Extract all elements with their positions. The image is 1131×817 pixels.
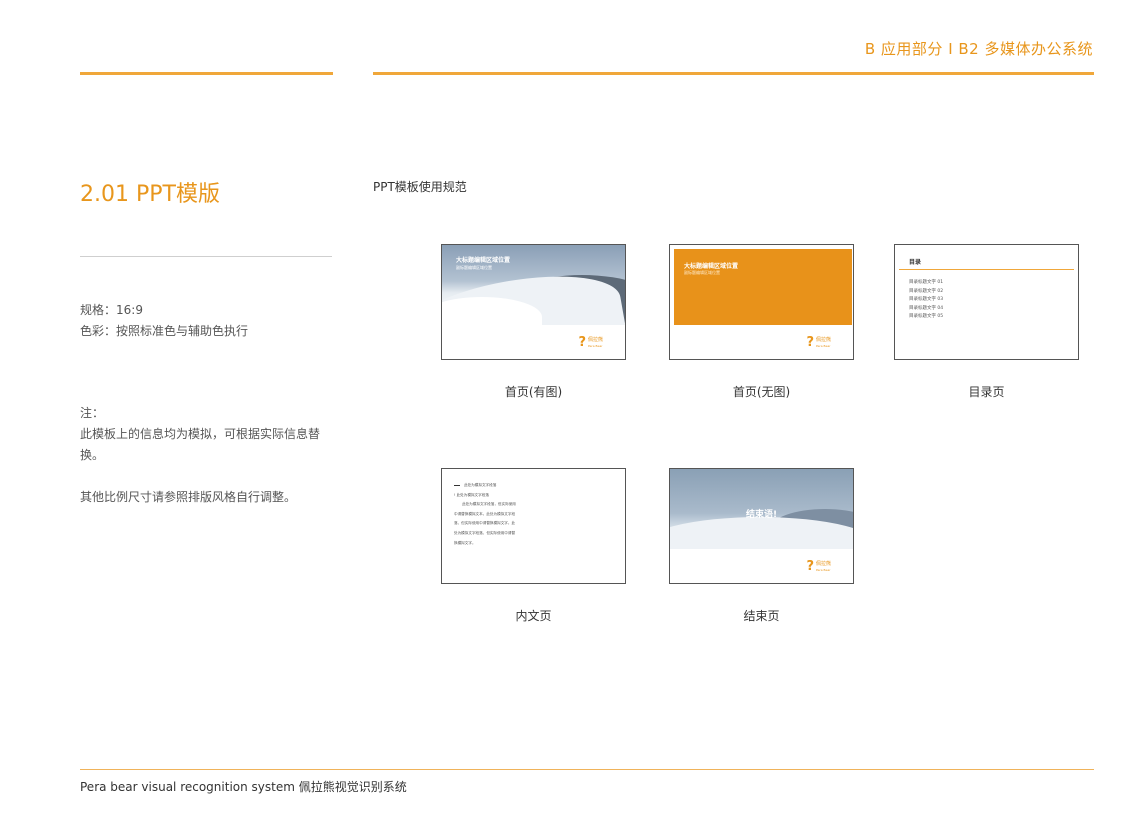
note-label: 注： — [80, 406, 105, 420]
toc-item: 目录标题文字 03 — [909, 297, 944, 302]
toc-title: 目录 — [909, 259, 922, 266]
note-line-2: 其他比例尺寸请参照排版风格自行调整。 — [80, 490, 297, 504]
logo-icon: ? — [806, 335, 814, 350]
footer-text: Pera bear visual recognition system 佩拉熊视… — [80, 780, 407, 794]
content-line: 换模拟文字。 — [454, 540, 476, 545]
content-line: ! 此处为模拟文字段落 — [454, 492, 489, 497]
caption-content: 内文页 — [515, 609, 552, 623]
templates-subheading: PPT模板使用规范 — [373, 180, 467, 194]
thumb-toc: 目录 目录标题文字 01 目录标题文字 02 目录标题文字 03 目录标题文字 … — [894, 244, 1079, 360]
content-heading: 此处为模拟文字段落 — [454, 481, 554, 491]
toc-item: 目录标题文字 02 — [909, 288, 944, 294]
thumb-cover-image: 大标题编辑区域位置 副标题编辑区域位置 ? 佩拉熊 Pera Bear — [441, 244, 626, 360]
content-line: 此处为模拟文字段落，但实际使用 — [462, 502, 516, 507]
section-title: 2.01 PPT模版 — [80, 182, 220, 207]
spec-color: 色彩：按照标准色与辅助色执行 — [80, 324, 249, 338]
toc-item: 目录标题文字 05 — [909, 314, 944, 319]
footer-rule — [80, 769, 1094, 770]
cover-image-subtitle: 副标题编辑区域位置 — [456, 265, 492, 270]
thumb-content: 此处为模拟文字段落 ! 此处为模拟文字段落 此处为模拟文字段落，但实际使用 中请… — [441, 468, 626, 584]
content-body: 此处为模拟文字段落 ! 此处为模拟文字段落 此处为模拟文字段落，但实际使用 中请… — [454, 481, 554, 548]
note-line-1: 此模板上的信息均为模拟，可根据实际信息替换。 — [80, 427, 321, 462]
ending-text: 结束语! — [745, 510, 778, 520]
toc-list: 目录标题文字 01 目录标题文字 02 目录标题文字 03 目录标题文字 04 … — [909, 279, 943, 322]
logo: ? 佩拉熊 Pera Bear — [806, 336, 831, 349]
content-line: 中请替换模拟文本。此处为模拟文字段 — [454, 511, 516, 516]
thumb-ending: 结束语! ? 佩拉熊 Pera Bear — [669, 468, 854, 584]
caption-ending: 结束页 — [743, 609, 780, 623]
logo-icon: ? — [578, 335, 586, 350]
logo-icon: ? — [806, 559, 814, 574]
toc-item: 目录标题文字 01 — [909, 280, 944, 285]
toc-divider — [899, 269, 1074, 270]
content-line: 落，但实际使用中请替换模拟文字。此 — [454, 521, 516, 526]
logo-text-en: Pera Bear — [587, 343, 603, 348]
cover-plain-title: 大标题编辑区域位置 — [684, 263, 739, 270]
caption-cover-plain: 首页(无图) — [732, 385, 791, 399]
section-divider — [80, 256, 332, 257]
logo-text-en: Pera Bear — [815, 567, 831, 572]
caption-toc: 目录页 — [968, 385, 1005, 399]
caption-cover-image: 首页(有图) — [504, 385, 563, 399]
header-title: B 应用部分 I B2 多媒体办公系统 — [864, 40, 1093, 58]
content-line: 处为模拟文字段落，但实际使用中请替 — [454, 530, 516, 535]
cover-plain-subtitle: 副标题编辑区域位置 — [684, 270, 720, 275]
thumb-cover-plain: 大标题编辑区域位置 副标题编辑区域位置 ? 佩拉熊 Pera Bear — [669, 244, 854, 360]
cover-image-title: 大标题编辑区域位置 — [456, 257, 511, 264]
spec-ratio: 规格：16:9 — [80, 303, 143, 317]
spec-block: 规格：16:9 色彩：按照标准色与辅助色执行 — [80, 300, 248, 342]
logo-text-en: Pera Bear — [815, 343, 831, 348]
logo: ? 佩拉熊 Pera Bear — [578, 336, 603, 349]
header-rule-left — [80, 72, 333, 75]
toc-item: 目录标题文字 04 — [909, 305, 944, 311]
header-rule-right — [373, 72, 1094, 75]
note-block: 注： 此模板上的信息均为模拟，可根据实际信息替换。 其他比例尺寸请参照排版风格自… — [80, 403, 335, 508]
logo: ? 佩拉熊 Pera Bear — [806, 560, 831, 573]
